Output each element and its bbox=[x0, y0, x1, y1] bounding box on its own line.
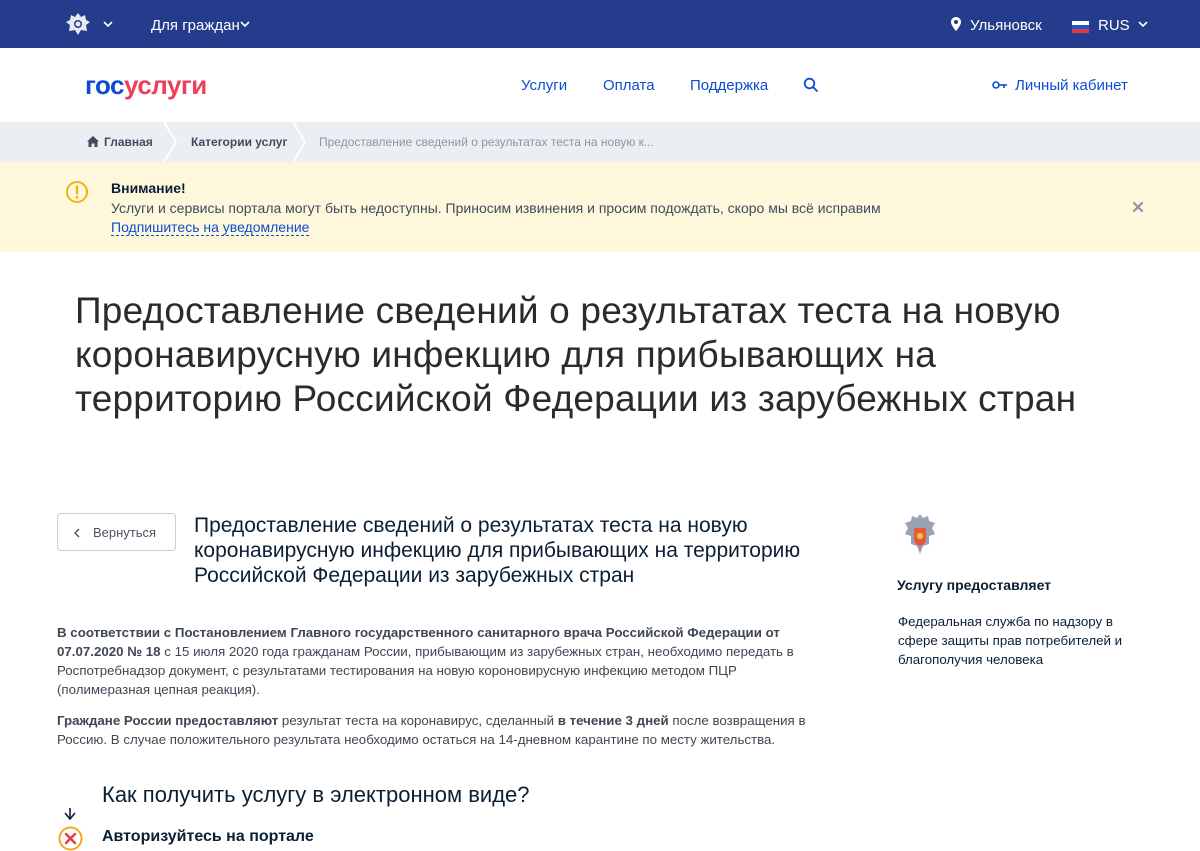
site-header: госуслуги Услуги Оплата Поддержка Личный… bbox=[0, 48, 1200, 122]
gosuslugi-logo[interactable]: госуслуги bbox=[85, 70, 207, 101]
warning-banner: Внимание! Услуги и сервисы портала могут… bbox=[0, 162, 1200, 252]
nav-support[interactable]: Поддержка bbox=[690, 77, 768, 94]
back-button[interactable]: Вернуться bbox=[57, 513, 176, 551]
breadcrumb-separator bbox=[163, 122, 177, 162]
service-description: В соответствии с Постановлением Главного… bbox=[57, 625, 794, 697]
location-pin-icon bbox=[951, 17, 961, 31]
warning-icon bbox=[66, 181, 88, 203]
breadcrumb-separator bbox=[292, 122, 306, 162]
breadcrumb-home[interactable]: Главная bbox=[104, 135, 153, 149]
provider-name[interactable]: Федеральная служба по надзору в сфере за… bbox=[898, 612, 1128, 669]
breadcrumb-current: Предоставление сведений о результатах те… bbox=[319, 135, 654, 149]
page-title: Предоставление сведений о результатах те… bbox=[75, 290, 1077, 419]
russia-flag-icon bbox=[1072, 21, 1089, 33]
for-citizens-menu[interactable]: Для граждан bbox=[151, 17, 240, 34]
chevron-down-icon[interactable] bbox=[103, 20, 113, 28]
subscribe-notification-link[interactable]: Подпишитесь на уведомление bbox=[111, 219, 310, 236]
key-icon bbox=[992, 81, 1007, 89]
how-to-get-heading: Как получить услугу в электронном виде? bbox=[102, 782, 530, 807]
chevron-down-icon[interactable] bbox=[240, 20, 250, 28]
step-authorize[interactable]: Авторизуйтесь на портале bbox=[102, 828, 314, 846]
personal-account-link[interactable]: Личный кабинет bbox=[1015, 77, 1128, 94]
warning-text: Услуги и сервисы портала могут быть недо… bbox=[111, 200, 881, 216]
home-icon bbox=[87, 136, 99, 147]
back-button-label: Вернуться bbox=[93, 525, 157, 540]
language-selector[interactable]: RUS bbox=[1098, 17, 1130, 34]
arrow-down-icon bbox=[64, 808, 76, 821]
breadcrumb: Главная Категории услуг Предоставление с… bbox=[0, 122, 1200, 162]
step-status-icon bbox=[58, 826, 83, 851]
nav-payment[interactable]: Оплата bbox=[603, 77, 655, 94]
agency-emblem-icon bbox=[905, 514, 935, 554]
coat-of-arms-icon[interactable] bbox=[64, 10, 92, 38]
top-bar: Для граждан Ульяновск RUS bbox=[0, 0, 1200, 48]
city-selector[interactable]: Ульяновск bbox=[970, 17, 1042, 34]
provider-label: Услугу предоставляет bbox=[897, 577, 1052, 593]
service-title: Предоставление сведений о результатах те… bbox=[194, 514, 801, 587]
chevron-left-icon bbox=[74, 528, 80, 538]
chevron-down-icon[interactable] bbox=[1138, 20, 1148, 28]
service-requirements: Граждане России предоставляют результат … bbox=[57, 713, 806, 747]
search-icon[interactable] bbox=[803, 77, 819, 93]
nav-services[interactable]: Услуги bbox=[521, 77, 567, 94]
close-icon[interactable] bbox=[1131, 200, 1145, 214]
breadcrumb-categories[interactable]: Категории услуг bbox=[191, 135, 287, 149]
warning-title: Внимание! bbox=[111, 180, 186, 196]
